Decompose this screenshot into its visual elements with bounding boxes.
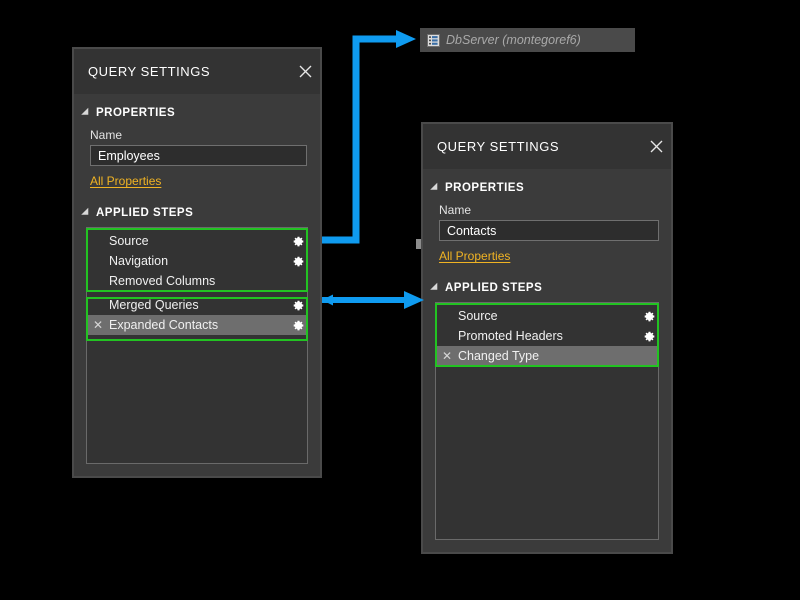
annotation-arrows <box>0 0 800 600</box>
double-arrow-merged-queries-to-contacts <box>322 291 424 309</box>
screenshot-canvas: DbServer (montegoref6) QUERY SETTINGS PR… <box>0 0 800 600</box>
elbow-arrow-source-to-dbserver <box>322 30 416 240</box>
